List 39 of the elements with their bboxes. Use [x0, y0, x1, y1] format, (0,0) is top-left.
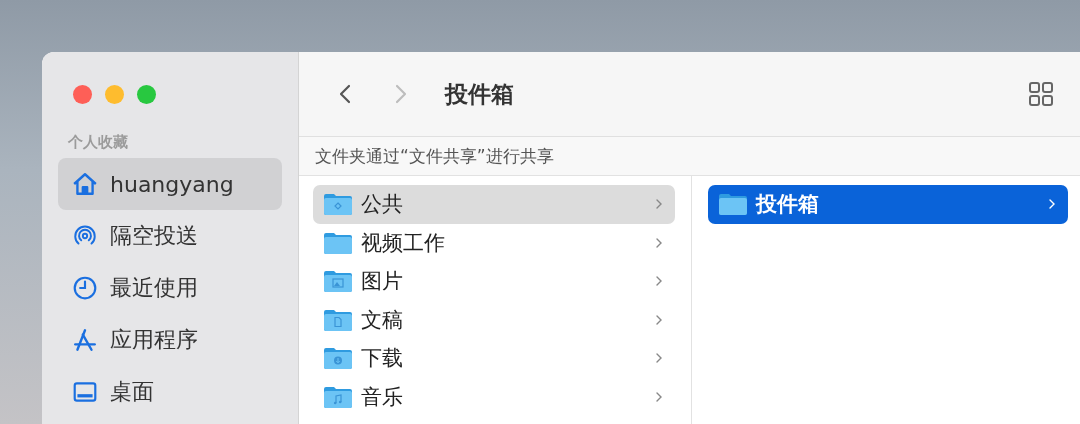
grid-view-icon[interactable] — [1028, 81, 1054, 107]
chevron-icon — [1048, 198, 1056, 211]
folder-row[interactable]: 下载 — [313, 339, 675, 378]
close-button[interactable] — [73, 85, 92, 104]
folder-row[interactable]: 图片 — [313, 262, 675, 301]
zoom-button[interactable] — [137, 85, 156, 104]
folder-row[interactable]: 文稿 — [313, 300, 675, 339]
folder-row[interactable]: 投件箱 — [708, 185, 1068, 224]
chevron-icon — [655, 390, 663, 403]
sidebar-section-title: 个人收藏 — [68, 133, 129, 152]
folder-icon — [323, 192, 353, 217]
folder-icon — [323, 230, 353, 255]
folder-icon — [323, 384, 353, 409]
sidebar-item[interactable]: 应用程序 — [58, 314, 282, 366]
folder-row[interactable]: 视频工作 — [313, 223, 675, 262]
sidebar-item[interactable]: 桌面 — [58, 366, 282, 418]
sharing-banner: 文件夹通过“文件共享”进行共享 — [299, 137, 1080, 176]
sidebar-item[interactable]: 最近使用 — [58, 262, 282, 314]
folder-row[interactable]: 音乐 — [313, 377, 675, 416]
sidebar-item[interactable]: huangyang — [58, 158, 282, 210]
folder-icon — [323, 346, 353, 371]
folder-icon — [323, 269, 353, 294]
chevron-icon — [655, 236, 663, 249]
house-icon — [72, 171, 98, 197]
app-store-icon — [72, 327, 98, 353]
desktop-icon — [72, 379, 98, 405]
folder-icon — [718, 192, 748, 217]
back-chevron-icon — [339, 84, 351, 104]
folder-row[interactable]: 公共 — [313, 185, 675, 224]
chevron-icon — [655, 198, 663, 211]
minimize-button[interactable] — [105, 85, 124, 104]
chevron-icon — [655, 352, 663, 365]
chevron-icon — [655, 275, 663, 288]
chevron-icon — [655, 313, 663, 326]
clock-icon — [72, 275, 98, 301]
window-title: 投件箱 — [445, 79, 514, 109]
sidebar-item[interactable]: 隔空投送 — [58, 210, 282, 262]
forward-chevron-icon — [395, 84, 407, 104]
folder-icon — [323, 307, 353, 332]
